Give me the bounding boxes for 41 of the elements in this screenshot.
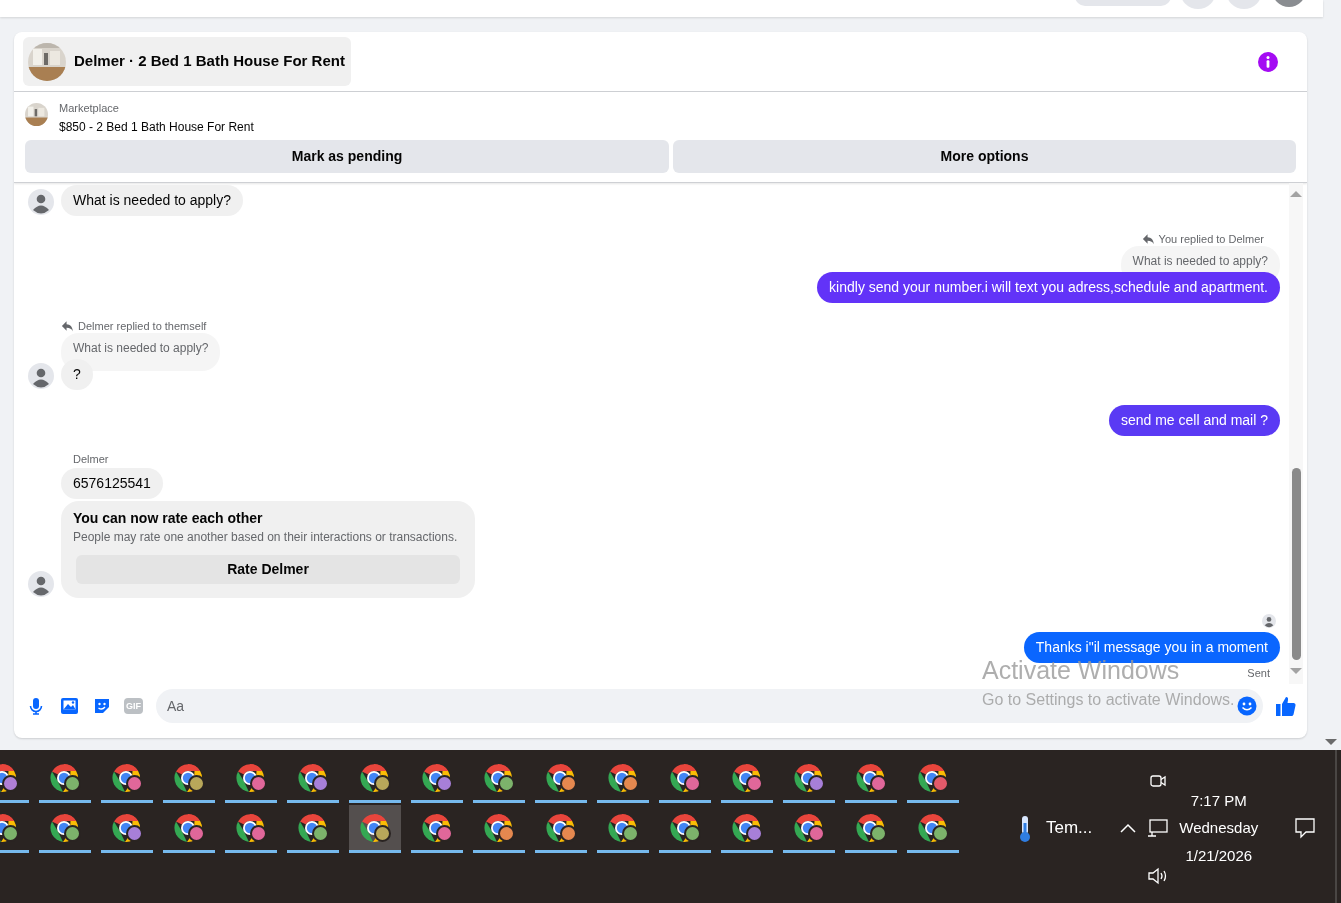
activation-notice-text: Go to Settings to activate Windows. [982, 690, 1235, 710]
scrollbar-thumb[interactable] [1292, 468, 1301, 660]
clock-time[interactable]: 7:17 PM [1190, 789, 1247, 812]
user-avatar[interactable] [28, 571, 54, 598]
photo-icon[interactable] [58, 696, 80, 716]
network-icon[interactable] [1147, 818, 1170, 837]
message-status: Sent [1247, 666, 1270, 680]
message-bubble: 6576125541 [61, 468, 163, 500]
browser-taskbar-button[interactable] [349, 805, 401, 853]
listing-title: $850 - 2 Bed 1 Bath House For Rent [59, 119, 254, 136]
rate-button[interactable]: Rate Delmer [76, 555, 460, 585]
emoji-icon[interactable] [1237, 696, 1257, 716]
listing-source: Marketplace [59, 101, 120, 116]
notification-icon[interactable] [1294, 816, 1317, 839]
like-icon[interactable] [1275, 695, 1297, 717]
message-bubble: What is needed to apply? [61, 185, 243, 216]
chevron-up-icon[interactable] [1119, 822, 1138, 834]
user-avatar[interactable] [28, 362, 54, 389]
message-bubble: kindly send your number.i will text you adress,schedule and apartment. [817, 271, 1280, 303]
message-bubble: send me cell and mail ? [1108, 405, 1280, 437]
weather-label[interactable]: Tem... [1046, 815, 1093, 841]
user-avatar[interactable] [28, 189, 54, 215]
action-button[interactable]: More options [673, 140, 1296, 173]
clock-date[interactable]: 1/21/2026 [1185, 845, 1253, 868]
scrollbar[interactable] [1289, 183, 1303, 684]
camera-icon[interactable] [1149, 772, 1168, 789]
sender-name: Delmer [73, 452, 110, 467]
chat-title-button[interactable]: Delmer · 2 Bed 1 Bath House For Rent [23, 37, 351, 86]
reply-icon [61, 319, 74, 332]
reply-note: You replied to Delmer [1158, 231, 1264, 246]
rating-card-text: People may rate one another based on their interactions or transactions. [73, 529, 459, 546]
action-button[interactable]: Mark as pending [25, 140, 669, 173]
thermometer-icon[interactable] [1017, 814, 1033, 843]
sticker-icon[interactable] [92, 696, 112, 716]
reply-icon [1141, 232, 1155, 245]
rating-card-title: You can now rate each other [73, 509, 264, 528]
chat-title: Delmer · 2 Bed 1 Bath House For Rent [74, 51, 345, 72]
info-icon[interactable] [1258, 51, 1278, 72]
reply-note: Delmer replied to themself [78, 318, 207, 333]
page-scroll-down-icon[interactable] [1324, 737, 1338, 747]
clock-day[interactable]: Wednesday [1179, 817, 1259, 840]
